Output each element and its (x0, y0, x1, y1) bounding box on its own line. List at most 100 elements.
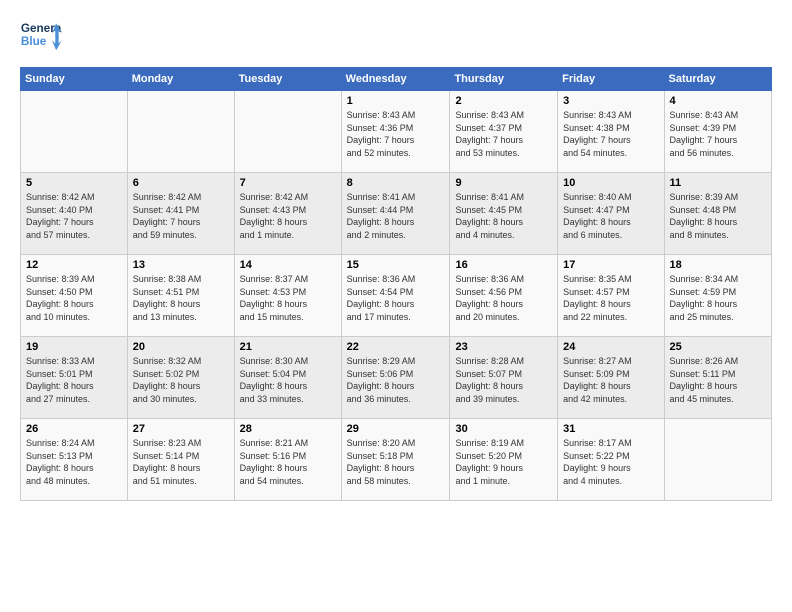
header-area: General Blue (20, 15, 772, 57)
calendar-table: SundayMondayTuesdayWednesdayThursdayFrid… (20, 67, 772, 501)
weekday-header-tuesday: Tuesday (234, 68, 341, 91)
day-number: 23 (455, 341, 552, 353)
day-detail: Sunrise: 8:26 AMSunset: 5:11 PMDaylight:… (670, 355, 766, 405)
day-number: 14 (240, 259, 336, 271)
calendar-cell: 4 Sunrise: 8:43 AMSunset: 4:39 PMDaylight… (664, 91, 771, 173)
day-number: 27 (133, 423, 229, 435)
day-number: 8 (347, 177, 445, 189)
calendar-cell: 16 Sunrise: 8:36 AMSunset: 4:56 PMDayligh… (450, 255, 558, 337)
day-detail: Sunrise: 8:41 AMSunset: 4:44 PMDaylight:… (347, 191, 445, 241)
day-number: 5 (26, 177, 122, 189)
calendar-cell: 11 Sunrise: 8:39 AMSunset: 4:48 PMDayligh… (664, 173, 771, 255)
day-number: 6 (133, 177, 229, 189)
day-number: 17 (563, 259, 658, 271)
calendar-cell: 20 Sunrise: 8:32 AMSunset: 5:02 PMDayligh… (127, 337, 234, 419)
day-detail: Sunrise: 8:27 AMSunset: 5:09 PMDaylight:… (563, 355, 658, 405)
day-number: 2 (455, 95, 552, 107)
weekday-header-friday: Friday (558, 68, 664, 91)
calendar-cell: 13 Sunrise: 8:38 AMSunset: 4:51 PMDayligh… (127, 255, 234, 337)
day-number: 26 (26, 423, 122, 435)
calendar-cell: 18 Sunrise: 8:34 AMSunset: 4:59 PMDayligh… (664, 255, 771, 337)
day-number: 30 (455, 423, 552, 435)
calendar-cell: 25Sunrise: 8:26 AMSunset: 5:11 PMDayligh… (664, 337, 771, 419)
day-detail: Sunrise: 8:40 AMSunset: 4:47 PMDaylight:… (563, 191, 658, 241)
calendar-cell: 26 Sunrise: 8:24 AMSunset: 5:13 PMDayligh… (21, 419, 128, 501)
day-number: 3 (563, 95, 658, 107)
logo: General Blue (20, 15, 62, 57)
calendar-cell: 22 Sunrise: 8:29 AMSunset: 5:06 PMDayligh… (341, 337, 450, 419)
calendar-cell: 3 Sunrise: 8:43 AMSunset: 4:38 PMDaylight… (558, 91, 664, 173)
day-number: 18 (670, 259, 766, 271)
day-detail: Sunrise: 8:19 AMSunset: 5:20 PMDaylight:… (455, 437, 552, 487)
calendar-cell (127, 91, 234, 173)
calendar-cell: 10 Sunrise: 8:40 AMSunset: 4:47 PMDayligh… (558, 173, 664, 255)
day-detail: Sunrise: 8:29 AMSunset: 5:06 PMDaylight:… (347, 355, 445, 405)
day-number: 21 (240, 341, 336, 353)
calendar-cell (664, 419, 771, 501)
calendar-cell: 7Sunrise: 8:42 AMSunset: 4:43 PMDaylight… (234, 173, 341, 255)
day-detail: Sunrise: 8:43 AMSunset: 4:39 PMDaylight:… (670, 109, 766, 159)
calendar-cell: 5 Sunrise: 8:42 AMSunset: 4:40 PMDaylight… (21, 173, 128, 255)
calendar-cell: 31 Sunrise: 8:17 AMSunset: 5:22 PMDayligh… (558, 419, 664, 501)
day-detail: Sunrise: 8:43 AMSunset: 4:38 PMDaylight:… (563, 109, 658, 159)
day-detail: Sunrise: 8:43 AMSunset: 4:36 PMDaylight:… (347, 109, 445, 159)
day-detail: Sunrise: 8:43 AMSunset: 4:37 PMDaylight:… (455, 109, 552, 159)
day-detail: Sunrise: 8:42 AMSunset: 4:43 PMDaylight:… (240, 191, 336, 241)
day-number: 11 (670, 177, 766, 189)
day-detail: Sunrise: 8:36 AMSunset: 4:56 PMDaylight:… (455, 273, 552, 323)
day-detail: Sunrise: 8:30 AMSunset: 5:04 PMDaylight:… (240, 355, 336, 405)
calendar-cell: 6Sunrise: 8:42 AMSunset: 4:41 PMDaylight… (127, 173, 234, 255)
day-detail: Sunrise: 8:38 AMSunset: 4:51 PMDaylight:… (133, 273, 229, 323)
day-detail: Sunrise: 8:28 AMSunset: 5:07 PMDaylight:… (455, 355, 552, 405)
day-number: 13 (133, 259, 229, 271)
day-detail: Sunrise: 8:39 AMSunset: 4:48 PMDaylight:… (670, 191, 766, 241)
calendar-cell: 15Sunrise: 8:36 AMSunset: 4:54 PMDayligh… (341, 255, 450, 337)
calendar-cell: 23 Sunrise: 8:28 AMSunset: 5:07 PMDayligh… (450, 337, 558, 419)
day-number: 19 (26, 341, 122, 353)
calendar-cell: 12Sunrise: 8:39 AMSunset: 4:50 PMDayligh… (21, 255, 128, 337)
day-detail: Sunrise: 8:42 AMSunset: 4:40 PMDaylight:… (26, 191, 122, 241)
day-detail: Sunrise: 8:41 AMSunset: 4:45 PMDaylight:… (455, 191, 552, 241)
day-detail: Sunrise: 8:21 AMSunset: 5:16 PMDaylight:… (240, 437, 336, 487)
week-row-1: 1 Sunrise: 8:43 AMSunset: 4:36 PMDaylight… (21, 91, 772, 173)
weekday-header-monday: Monday (127, 68, 234, 91)
day-number: 22 (347, 341, 445, 353)
calendar-cell: 24 Sunrise: 8:27 AMSunset: 5:09 PMDayligh… (558, 337, 664, 419)
calendar-cell: 17 Sunrise: 8:35 AMSunset: 4:57 PMDayligh… (558, 255, 664, 337)
calendar-cell: 14Sunrise: 8:37 AMSunset: 4:53 PMDayligh… (234, 255, 341, 337)
day-detail: Sunrise: 8:20 AMSunset: 5:18 PMDaylight:… (347, 437, 445, 487)
day-number: 4 (670, 95, 766, 107)
day-detail: Sunrise: 8:34 AMSunset: 4:59 PMDaylight:… (670, 273, 766, 323)
day-detail: Sunrise: 8:39 AMSunset: 4:50 PMDaylight:… (26, 273, 122, 323)
week-row-2: 5 Sunrise: 8:42 AMSunset: 4:40 PMDaylight… (21, 173, 772, 255)
calendar-cell (21, 91, 128, 173)
week-row-4: 19Sunrise: 8:33 AMSunset: 5:01 PMDayligh… (21, 337, 772, 419)
calendar-cell: 21 Sunrise: 8:30 AMSunset: 5:04 PMDayligh… (234, 337, 341, 419)
calendar-cell: 29Sunrise: 8:20 AMSunset: 5:18 PMDayligh… (341, 419, 450, 501)
day-number: 10 (563, 177, 658, 189)
calendar-cell: 1 Sunrise: 8:43 AMSunset: 4:36 PMDaylight… (341, 91, 450, 173)
day-detail: Sunrise: 8:32 AMSunset: 5:02 PMDaylight:… (133, 355, 229, 405)
day-detail: Sunrise: 8:35 AMSunset: 4:57 PMDaylight:… (563, 273, 658, 323)
day-number: 16 (455, 259, 552, 271)
day-detail: Sunrise: 8:24 AMSunset: 5:13 PMDaylight:… (26, 437, 122, 487)
calendar-page: General Blue SundayMondayTuesdayWednesda… (0, 0, 792, 612)
weekday-header-wednesday: Wednesday (341, 68, 450, 91)
day-number: 9 (455, 177, 552, 189)
week-row-5: 26 Sunrise: 8:24 AMSunset: 5:13 PMDayligh… (21, 419, 772, 501)
day-detail: Sunrise: 8:36 AMSunset: 4:54 PMDaylight:… (347, 273, 445, 323)
day-number: 20 (133, 341, 229, 353)
day-number: 28 (240, 423, 336, 435)
calendar-cell (234, 91, 341, 173)
day-detail: Sunrise: 8:17 AMSunset: 5:22 PMDaylight:… (563, 437, 658, 487)
day-number: 31 (563, 423, 658, 435)
week-row-3: 12Sunrise: 8:39 AMSunset: 4:50 PMDayligh… (21, 255, 772, 337)
weekday-header-saturday: Saturday (664, 68, 771, 91)
day-detail: Sunrise: 8:23 AMSunset: 5:14 PMDaylight:… (133, 437, 229, 487)
svg-text:Blue: Blue (21, 35, 47, 48)
day-number: 1 (347, 95, 445, 107)
calendar-cell: 27 Sunrise: 8:23 AMSunset: 5:14 PMDayligh… (127, 419, 234, 501)
weekday-header-row: SundayMondayTuesdayWednesdayThursdayFrid… (21, 68, 772, 91)
calendar-cell: 30 Sunrise: 8:19 AMSunset: 5:20 PMDayligh… (450, 419, 558, 501)
day-number: 24 (563, 341, 658, 353)
